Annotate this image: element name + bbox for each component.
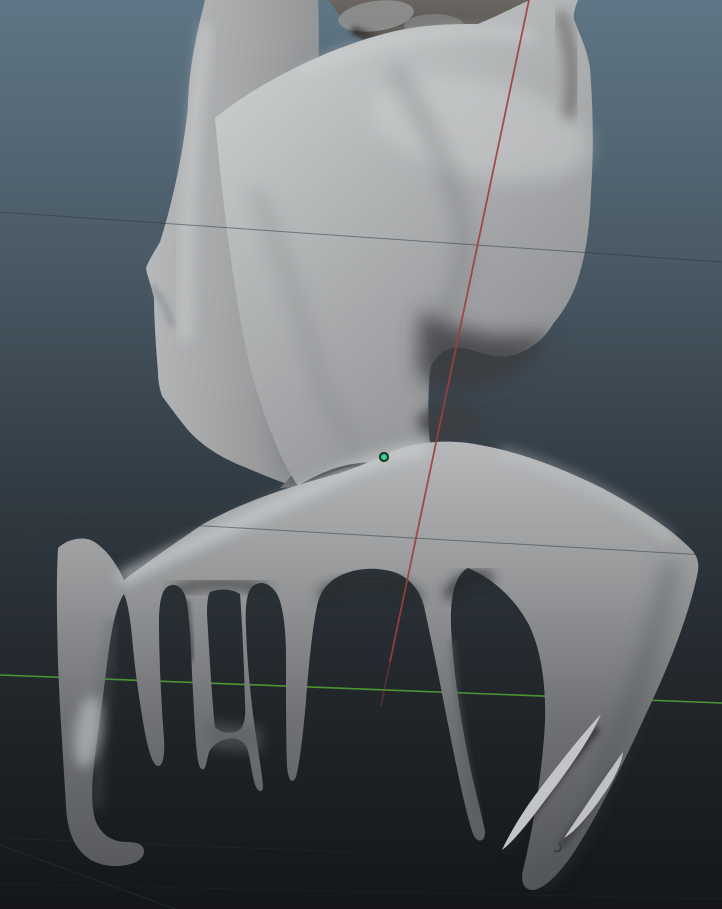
viewport-3d[interactable] — [0, 0, 722, 909]
viewport-canvas[interactable] — [0, 0, 722, 909]
object-origin-dot — [380, 453, 388, 461]
shading-under-lobe-shadow — [418, 404, 482, 440]
